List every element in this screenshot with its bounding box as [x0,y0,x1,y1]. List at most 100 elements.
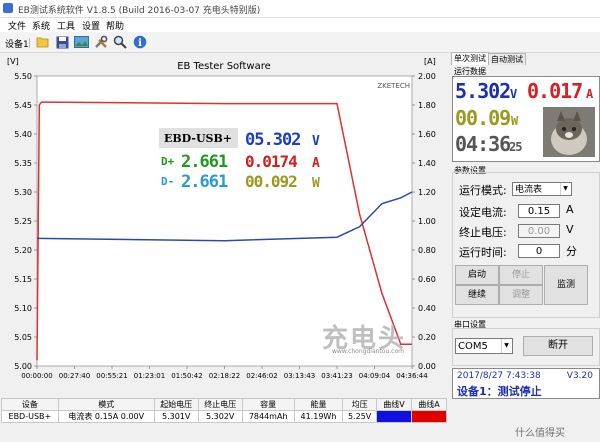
overlay-dplus-current: 0.0174 [245,152,297,171]
left-tick-label: 5.00 [14,362,32,371]
table-row[interactable]: EBD-USB+ 电流表 0.15A 0.00V 5.301V 5.302V 7… [1,410,447,423]
right-tick-label: 1.80 [418,101,436,110]
run-power: 00.09 [455,106,511,130]
chart-image-icon[interactable] [73,34,89,50]
run-time-unit: 分 [566,245,577,258]
x-tick-label: 03:41:23 [321,372,352,380]
overlay-voltage-unit: V [312,134,320,149]
stop-button[interactable]: 停止 [499,265,543,285]
x-tick-label: 01:23:01 [134,372,165,380]
disconnect-button[interactable]: 断开 [523,336,593,356]
watermark-url: www.chongdiantou.com [332,348,404,355]
left-tick-label: 5.05 [14,333,32,342]
search-icon[interactable] [112,34,128,50]
stop-voltage-label: 终止电压: [459,226,507,239]
status-message: 设备1：测试停止 [457,385,542,398]
right-tick-label: 1.00 [418,217,436,226]
info-icon[interactable]: i [132,34,148,50]
table-header: 能量 [293,398,344,411]
curve-a-swatch[interactable] [411,410,447,423]
run-time-seconds: 25 [509,140,522,154]
title-bar: EB测试系统软件 V1.8.5 (Build 2016-03-07 充电头特别版… [0,0,600,18]
adjust-button[interactable]: 调整 [499,285,543,305]
mode-select[interactable]: 电流表 ▼ [512,182,572,196]
left-axis-unit: [V] [7,57,19,66]
overlay-dminus-value: 2.661 [181,172,228,192]
left-tick-label: 5.25 [14,217,32,226]
svg-text:i: i [138,38,142,49]
right-tick-label: 0.60 [418,275,436,284]
menu-tools[interactable]: 工具 [57,19,75,32]
table-cell: 5.301V [153,410,199,423]
left-tick-label: 5.10 [14,304,32,313]
overlay-device-name: EBD-USB+ [164,132,232,145]
menu-settings[interactable]: 设置 [82,19,100,32]
right-tick-label: 1.60 [418,130,436,139]
overlay-voltage: 05.302 [245,130,300,150]
run-time-input[interactable]: 0 [518,244,560,258]
monitor-button[interactable]: 监测 [544,265,588,305]
overlay-dplus-value: 2.661 [181,152,228,172]
menu-help[interactable]: 帮助 [106,19,124,32]
run-time: 04:36 [455,132,511,156]
menu-system[interactable]: 系统 [32,19,50,32]
table-cell: EBD-USB+ [1,410,59,423]
left-tick-label: 5.15 [14,275,32,284]
left-tick-label: 5.30 [14,188,32,197]
overlay-energy: 00.092 [245,172,297,191]
x-tick-label: 02:46:02 [246,372,277,380]
chevron-down-icon[interactable]: ▼ [501,339,511,353]
left-tick-label: 5.45 [14,101,32,110]
stop-voltage-unit: V [566,223,574,236]
overlay-display: EBD-USB+ 05.302 V D+ 2.661 0.0174 A D- 2… [159,128,327,192]
left-tick-label: 5.35 [14,159,32,168]
x-tick-label: 00:00:00 [21,372,52,380]
overlay-dminus-label: D- [161,175,174,188]
current-label: 设定电流: [459,206,507,219]
table-cell: 电流表 0.15A 0.00V [57,410,155,423]
x-tick-label: 00:55:21 [96,372,127,380]
table-header: 曲线V [376,398,412,411]
chevron-down-icon[interactable]: ▼ [560,183,570,195]
x-tick-label: 04:36:44 [396,372,428,380]
table-header: 模式 [57,398,155,411]
open-folder-icon[interactable] [35,34,51,50]
save-icon[interactable] [54,34,70,50]
status-panel: 2017/8/27 7:43:38 V3.20 设备1：测试停止 [452,368,600,399]
run-voltage: 5.302 [455,79,511,103]
right-tick-label: 2.00 [418,72,436,81]
table-cell: 5.25V [342,410,377,423]
device-photo [543,107,595,157]
table-header: 均压 [342,398,377,411]
status-version: V3.20 [566,371,593,381]
tab-auto-test[interactable]: 自动测试 [488,53,526,65]
tab-single-test[interactable]: 单次测试 [451,52,489,65]
port-group: COM5 ▼ 断开 [452,328,600,366]
right-axis-unit: [A] [424,57,436,66]
com-port-select[interactable]: COM5 ▼ [455,338,513,354]
curve-v-swatch[interactable] [376,410,412,423]
menu-bar: 文件 系统 工具 设置 帮助 [0,18,600,32]
stop-voltage-input[interactable]: 0.00 [518,224,560,238]
continue-button[interactable]: 继续 [455,285,499,305]
right-tick-label: 1.20 [418,188,436,197]
toolbar: 设备1 i [0,32,600,53]
table-header: 终止电压 [197,398,243,411]
x-tick-label: 03:13:43 [284,372,315,380]
toolbar-divider [29,38,30,48]
tools-icon[interactable] [93,34,109,50]
chart-title: EB Tester Software [177,61,271,72]
run-current-unit: A [586,87,593,101]
status-datetime: 2017/8/27 7:43:38 [457,371,541,381]
x-tick-label: 04:09:04 [359,372,391,380]
left-tick-label: 5.40 [14,130,32,139]
start-button[interactable]: 启动 [455,265,499,285]
brand-label: ZKETECH [377,82,410,90]
current-unit: A [566,203,574,216]
mode-value: 电流表 [515,185,543,195]
current-input[interactable]: 0.15 [518,204,560,218]
menu-file[interactable]: 文件 [8,19,26,32]
app-icon [3,3,13,13]
run-data-display: 5.302 V 0.017 A 00.09 W 04:36 25 [452,76,600,162]
right-tick-label: 1.40 [418,159,436,168]
